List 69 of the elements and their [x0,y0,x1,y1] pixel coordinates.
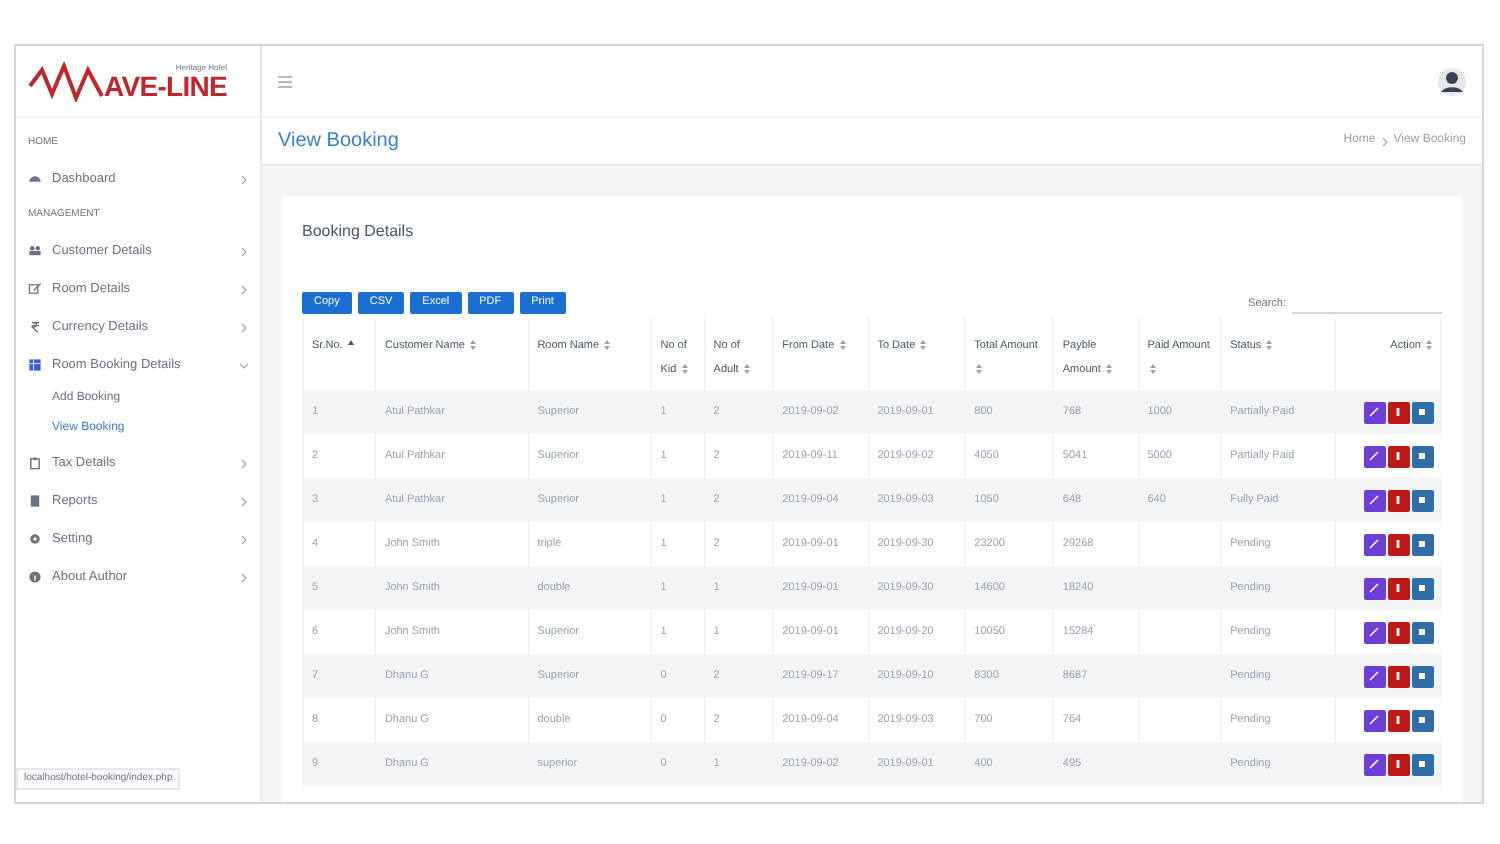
square-icon [1416,582,1428,594]
edit-button[interactable] [1363,533,1385,555]
card-title: Booking Details [302,220,416,244]
view-button[interactable] [1411,621,1433,643]
edit-button[interactable] [1363,577,1385,599]
view-button[interactable] [1411,753,1433,775]
clipboard-icon [28,456,42,470]
square-icon [1416,758,1428,770]
delete-button[interactable] [1387,665,1409,687]
edit-button[interactable] [1363,445,1385,467]
delete-button[interactable] [1387,445,1409,467]
bar-icon [1392,494,1404,506]
delete-button[interactable] [1387,533,1409,555]
pencil-icon [1368,538,1380,550]
bar-icon [1392,714,1404,726]
bar-icon [1392,538,1404,550]
chevron-right-icon [1381,137,1388,145]
gauge-icon [28,172,42,186]
bar-icon [1392,626,1404,638]
edit-button[interactable] [1363,709,1385,731]
avatar-icon[interactable] [1438,67,1466,95]
square-icon [1416,494,1428,506]
bar-icon [1392,670,1404,682]
settings-icon [28,532,42,546]
edit-button[interactable] [1363,753,1385,775]
bar-icon [1392,758,1404,770]
square-icon [1416,626,1428,638]
edit-button[interactable] [1363,401,1385,423]
delete-button[interactable] [1387,621,1409,643]
pencil-icon [1368,450,1380,462]
edit-button[interactable] [1363,621,1385,643]
view-button[interactable] [1411,533,1433,555]
delete-button[interactable] [1387,577,1409,599]
pencil-icon [1368,626,1380,638]
view-button[interactable] [1411,489,1433,511]
delete-button[interactable] [1387,709,1409,731]
rupee-icon [28,320,42,334]
pencil-icon [1368,670,1380,682]
pencil-icon [1368,494,1380,506]
info-icon [28,570,42,584]
users-icon [28,244,42,258]
square-icon [1416,538,1428,550]
logo-text: AVE-LINE [104,71,227,99]
pencil-icon [1368,758,1380,770]
view-button[interactable] [1411,709,1433,731]
delete-button[interactable] [1387,489,1409,511]
square-icon [1416,406,1428,418]
bar-icon [1392,406,1404,418]
bar-icon [1392,450,1404,462]
edit-button[interactable] [1363,489,1385,511]
pencil-icon [1368,582,1380,594]
pencil-icon [1368,714,1380,726]
book-icon [28,494,42,508]
page-title: View Booking [278,128,399,156]
view-button[interactable] [1411,401,1433,423]
view-button[interactable] [1411,445,1433,467]
delete-button[interactable] [1387,753,1409,775]
pencil-icon [1368,406,1380,418]
square-icon [1416,670,1428,682]
delete-button[interactable] [1387,401,1409,423]
wave-logo-icon [28,61,104,101]
edit-button[interactable] [1363,665,1385,687]
view-button[interactable] [1411,577,1433,599]
edit-icon [28,282,42,296]
view-button[interactable] [1411,665,1433,687]
table-icon [28,358,42,372]
bar-icon [1392,582,1404,594]
square-icon [1416,450,1428,462]
square-icon [1416,714,1428,726]
